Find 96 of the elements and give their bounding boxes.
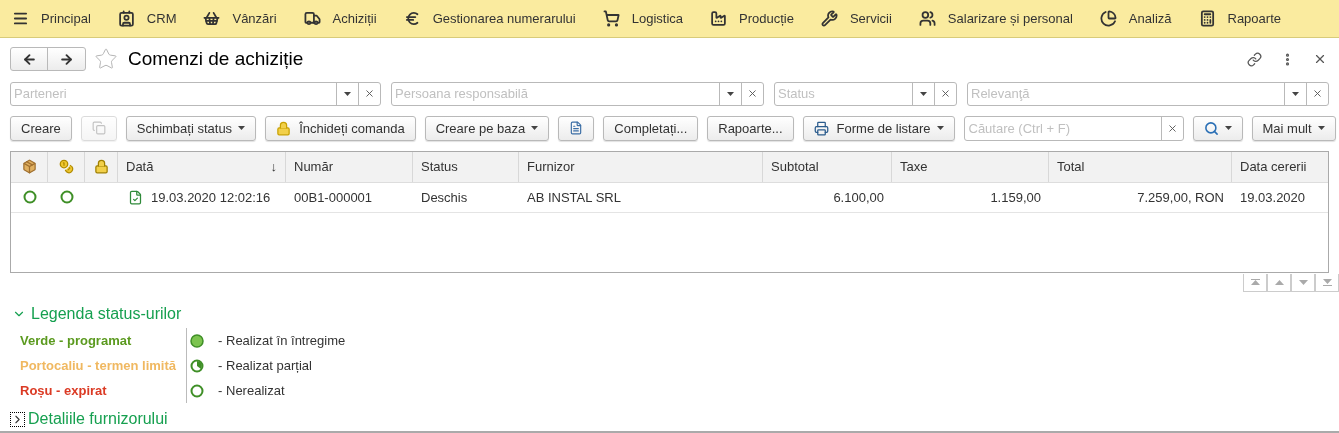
lock-icon xyxy=(276,120,292,136)
column-header[interactable]: Furnizor xyxy=(519,151,763,182)
table-cell-text: 00B1-000001 xyxy=(294,188,373,207)
filter-box[interactable]: Parteneri xyxy=(10,81,381,106)
table-cell-text: 6.100,00 xyxy=(833,188,884,207)
legend-deadline: Portocaliu - termen limită xyxy=(20,356,177,375)
legend-deadline: Verde - programat xyxy=(20,331,133,350)
filter-field[interactable]: Status xyxy=(775,82,912,105)
table-cell-text: AB INSTAL SRL xyxy=(527,188,621,207)
caret-icon xyxy=(1224,126,1232,131)
toolbar-button[interactable]: Creare pe baza xyxy=(424,115,550,141)
section-link[interactable]: Producție xyxy=(710,8,794,29)
caret-icon xyxy=(238,126,246,131)
table-cell-text: Deschis xyxy=(421,188,468,207)
basket-icon xyxy=(203,10,221,27)
legend-state: - Realizat în întregime xyxy=(218,331,346,350)
menu-icon xyxy=(12,10,29,27)
section-link[interactable]: Vânzări xyxy=(203,8,277,29)
column-header[interactable]: Status xyxy=(413,151,519,182)
id-card-icon xyxy=(117,10,135,27)
clear-icon[interactable] xyxy=(1312,88,1323,100)
section-link[interactable]: Analiză xyxy=(1099,8,1172,29)
print-forms-button[interactable]: Forme de listare xyxy=(802,115,955,141)
filter-field[interactable]: Parteneri xyxy=(11,82,336,105)
printer-icon xyxy=(813,120,829,136)
lock-icon xyxy=(93,159,109,175)
search-icon xyxy=(1203,120,1219,136)
clear-icon[interactable] xyxy=(364,88,375,100)
calculator-icon xyxy=(1198,10,1216,27)
section-link[interactable]: Gestionarea numerarului xyxy=(403,8,576,29)
pie-chart-icon xyxy=(1099,10,1117,27)
table-cell-text: 1.159,00 xyxy=(990,188,1041,207)
scroll-up-icon xyxy=(1274,279,1284,286)
section-link[interactable]: Salarizare și personal xyxy=(918,8,1073,29)
clear-icon[interactable] xyxy=(1166,122,1178,134)
dropdown-icon[interactable] xyxy=(920,91,927,96)
toolbar-button[interactable]: Schimbați status xyxy=(125,115,257,141)
clear-icon[interactable] xyxy=(940,88,951,100)
scroll-bottom-icon xyxy=(1322,279,1332,286)
star-icon[interactable] xyxy=(94,47,118,72)
legend-deadline: Roșu - expirat xyxy=(20,381,108,400)
dropdown-icon[interactable] xyxy=(727,91,734,96)
caret-icon xyxy=(936,126,944,131)
table-cell-text: 19.03.2020 12:02:16 xyxy=(151,188,271,207)
people-icon xyxy=(918,10,936,27)
section-link[interactable]: Rapoarte xyxy=(1198,8,1281,29)
back-arrow-icon xyxy=(21,51,37,67)
section-link[interactable]: Logistica xyxy=(602,8,683,29)
factory-icon xyxy=(710,10,727,27)
legend-state: - Nerealizat xyxy=(218,381,285,400)
scroll-top-icon xyxy=(1250,279,1260,286)
section-link[interactable]: Achiziții xyxy=(303,8,377,29)
dropdown-icon[interactable] xyxy=(1292,91,1299,96)
dropdown-icon[interactable] xyxy=(344,91,351,96)
caret-icon xyxy=(1317,126,1325,131)
sort-mark: ↓ xyxy=(270,158,277,177)
wrench-icon xyxy=(820,10,838,27)
clear-icon[interactable] xyxy=(747,88,758,100)
report-button[interactable] xyxy=(558,115,595,141)
filter-box[interactable]: Relevanţă xyxy=(967,81,1329,106)
search-box[interactable]: Căutare (Ctrl + F) xyxy=(963,115,1184,141)
column-header[interactable]: Taxe xyxy=(892,151,1049,182)
table-cell-text: 7.259,00, RON xyxy=(1137,188,1224,207)
section-link[interactable]: Principal xyxy=(12,8,91,29)
toolbar-button[interactable]: Rapoarte... xyxy=(707,115,794,141)
euro-icon xyxy=(403,10,421,27)
close-order-button[interactable]: Închideți comanda xyxy=(265,115,416,141)
legend-state: - Realizat parțial xyxy=(218,356,312,375)
page-title: Comenzi de achiziție xyxy=(128,47,304,72)
document-icon xyxy=(569,121,584,136)
cart-icon xyxy=(602,10,620,27)
box-icon xyxy=(21,159,37,175)
truck-icon xyxy=(303,10,321,27)
filter-box[interactable]: Persoana responsabilă xyxy=(391,81,764,106)
column-header[interactable]: Total xyxy=(1049,151,1232,182)
toolbar-button[interactable]: Creare xyxy=(10,115,72,141)
search-button[interactable] xyxy=(1192,115,1243,141)
coins-icon xyxy=(58,159,74,175)
column-header[interactable]: Subtotal xyxy=(763,151,892,182)
copy-icon xyxy=(91,121,106,136)
section-link[interactable]: CRM xyxy=(117,8,177,29)
column-header[interactable]: Număr xyxy=(286,151,413,182)
caret-icon xyxy=(531,126,539,131)
search-field[interactable]: Căutare (Ctrl + F) xyxy=(964,116,1161,140)
table-cell-text: 19.03.2020 xyxy=(1240,188,1306,207)
filter-field[interactable]: Persoana responsabilă xyxy=(392,82,719,105)
filter-box[interactable]: Status xyxy=(774,81,957,106)
column-header[interactable]: Data cererii xyxy=(1232,151,1328,182)
filter-field[interactable]: Relevanţă xyxy=(968,82,1284,105)
scroll-down-icon xyxy=(1298,279,1308,286)
toolbar-button[interactable]: Completați... xyxy=(603,115,699,141)
link-icon[interactable] xyxy=(1247,51,1262,67)
column-header[interactable]: Dată ↓ xyxy=(118,151,286,182)
toolbar-button[interactable]: Mai mult xyxy=(1251,115,1336,141)
section-link[interactable]: Servicii xyxy=(820,8,892,29)
table-row[interactable]: 19.03.2020 12:02:16 00B1-000001 Deschis AB INSTAL SRL 6.100,00 1.159,00 7.259,00, RON 19.03.2020 xyxy=(11,182,1328,213)
